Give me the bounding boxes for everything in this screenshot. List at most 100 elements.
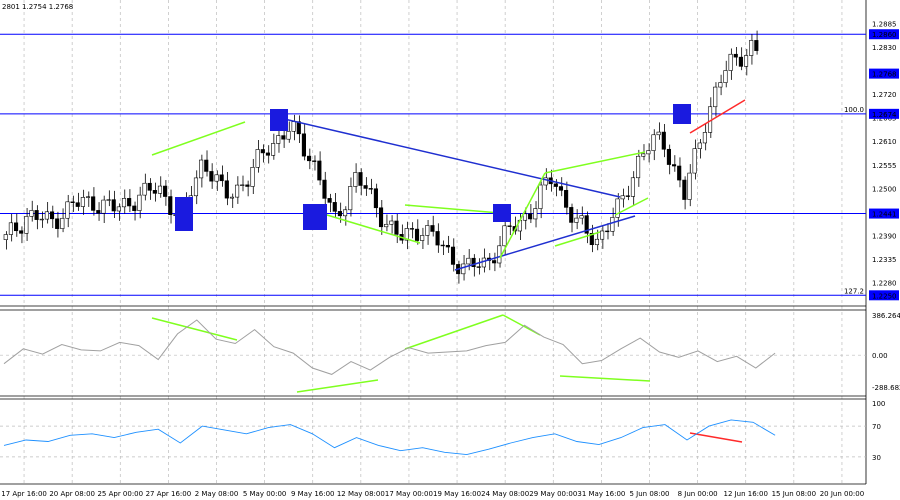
candle-body (481, 257, 486, 268)
time-tick-label: 12 May 08:00 (337, 490, 385, 498)
candle-body (389, 220, 394, 225)
candle-body (337, 211, 342, 217)
candle-body (286, 131, 291, 140)
candle-body (743, 55, 749, 67)
rsi-line (3, 419, 776, 456)
candle-body (533, 208, 538, 220)
divergence-line (404, 204, 501, 214)
time-tick-label: 27 Apr 16:00 (146, 490, 192, 498)
candle-body (281, 135, 286, 140)
candle-body (579, 215, 584, 219)
candle-body (425, 225, 430, 236)
time-tick-label: 8 Jun 00:00 (678, 490, 718, 498)
candle-body (702, 132, 707, 144)
candle-body (718, 82, 723, 88)
candle-body (625, 195, 630, 197)
price-tick-label: 1.2610 (872, 138, 897, 146)
price-levels: 100.0 127.2 (0, 33, 866, 296)
candle-body (394, 220, 399, 235)
signal-marker (673, 104, 691, 124)
time-tick-label: 20 Jun 00:00 (820, 490, 864, 498)
candle-body (409, 228, 414, 230)
candle-body (65, 201, 70, 219)
candle-body (307, 155, 312, 162)
candle-body (558, 186, 564, 191)
candle-body (569, 207, 574, 223)
grid (0, 0, 867, 485)
candle-body (168, 196, 173, 215)
candle-body (8, 222, 13, 235)
candle-body (91, 196, 96, 211)
candle-body (353, 172, 358, 187)
candle-body (420, 235, 425, 241)
candle-body (697, 142, 702, 149)
time-tick-label: 24 May 08:00 (481, 490, 529, 498)
candle-body (507, 225, 512, 227)
candle-body (461, 263, 466, 275)
osc-divergence-line (559, 375, 651, 382)
time-tick-label: 31 May 16:00 (577, 490, 625, 498)
candle-body (605, 230, 610, 233)
candle-body (738, 56, 743, 67)
oscillator-tick-label: 0.00 (872, 352, 888, 360)
candle-body (132, 205, 137, 211)
divergence-line (151, 121, 246, 156)
candle-body (522, 213, 528, 221)
time-tick-label: 19 May 16:00 (433, 490, 481, 498)
candle-body (55, 218, 60, 229)
candle-body (137, 194, 142, 211)
candle-body (728, 53, 733, 71)
candle-body (373, 188, 378, 209)
divergence-line (316, 211, 421, 244)
candle-body (3, 234, 8, 240)
candle-body (44, 211, 49, 220)
time-tick-label: 17 Apr 16:00 (1, 490, 47, 498)
osc-divergence-line (296, 379, 379, 393)
candle-body (630, 177, 636, 197)
candle-body (749, 40, 754, 56)
symbol-info: 2801 1.2754 1.2768 (2, 3, 73, 11)
candle-body (754, 40, 759, 51)
candle-body (235, 184, 240, 198)
candle-body (497, 245, 502, 264)
price-tick-label: 1.2674 (872, 111, 897, 119)
candle-body (260, 149, 265, 154)
candle-body (363, 185, 368, 189)
candle-body (430, 225, 435, 232)
candle-body (574, 217, 579, 223)
candle-body (656, 131, 661, 136)
osc-divergence-line (404, 314, 504, 350)
oscillator-tick-label: -288.682 (872, 384, 900, 392)
price-tick-label: 1.2768 (872, 71, 897, 79)
candle-body (209, 171, 214, 182)
candle-body (733, 53, 738, 58)
candle-body (271, 143, 276, 156)
time-tick-label: 20 Apr 08:00 (49, 490, 95, 498)
price-tick-label: 1.2441 (872, 211, 897, 219)
candle-body (450, 246, 456, 265)
candle-body (250, 167, 255, 187)
candle-body (672, 164, 677, 167)
candle-body (214, 174, 219, 182)
candle-body (204, 159, 209, 172)
candle-body (636, 155, 641, 179)
candle-body (301, 133, 306, 157)
oscillator-tick-label: 386.2645 (872, 312, 900, 320)
candle-body (692, 148, 697, 174)
candle-body (538, 184, 543, 209)
candle-body (666, 148, 671, 165)
candle-body (312, 160, 317, 162)
rsi-series (3, 419, 776, 456)
candle-body (384, 223, 389, 228)
candle-body (19, 230, 24, 234)
candle-body (713, 86, 718, 108)
candle-body (528, 213, 533, 220)
time-tick-label: 29 May 00:00 (529, 490, 577, 498)
signal-marker (493, 204, 511, 222)
candle-body (502, 225, 507, 247)
candle-body (322, 179, 327, 199)
candle-body (677, 165, 682, 181)
candle-body (13, 222, 19, 232)
price-tick-label: 1.2250 (872, 292, 897, 300)
trading-chart: 100.0127.2 1.28851.28301.27681.27201.266… (0, 0, 900, 498)
